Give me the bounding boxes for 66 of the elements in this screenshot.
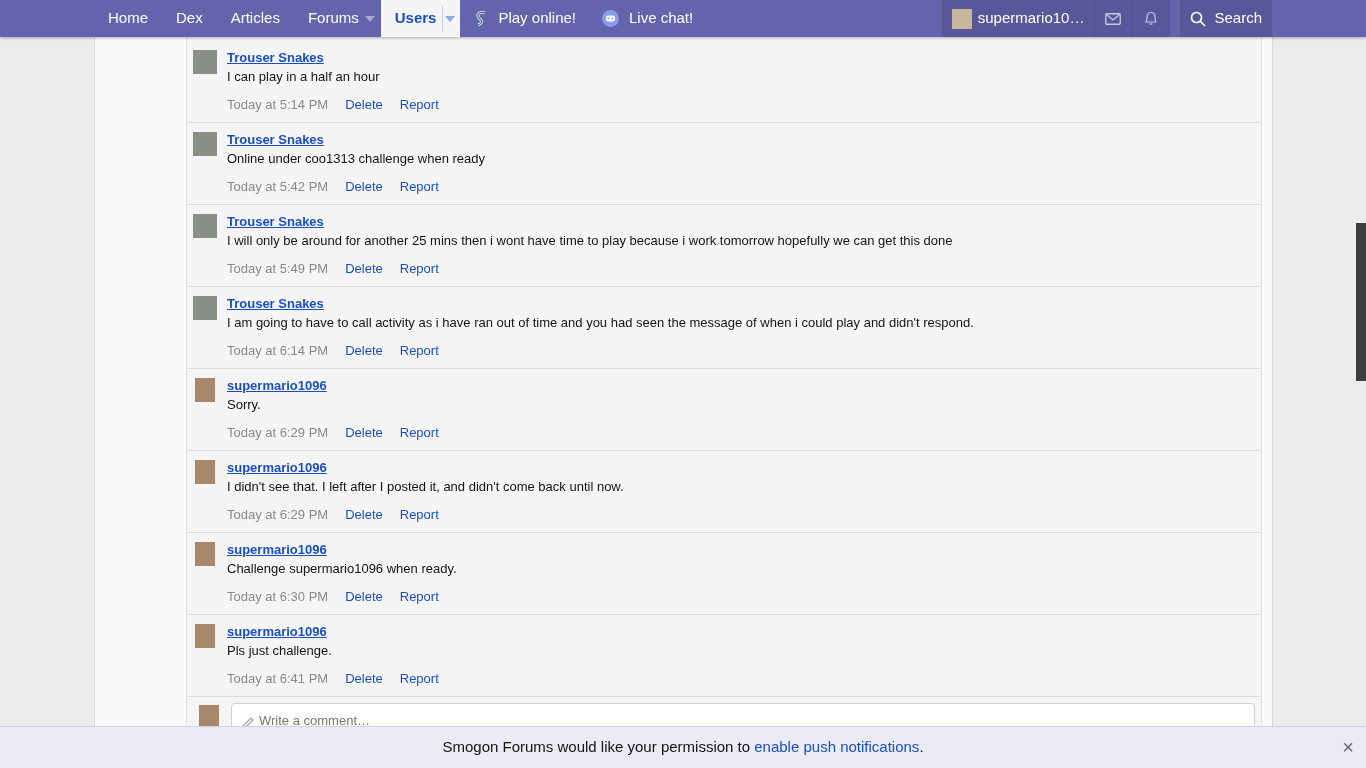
comment-text: Online under coo1313 challenge when ready <box>227 149 487 168</box>
author-link[interactable]: supermario1096 <box>227 459 327 477</box>
avatar-photo <box>193 132 217 156</box>
comment-text: I will only be around for another 25 mins then i wont have time to play because i work tomorrow hopefully we can get this done <box>227 231 954 250</box>
timestamp: Today at 6:14 PM <box>227 341 329 360</box>
timestamp: Today at 6:41 PM <box>227 669 329 688</box>
comment-text: I am going to have to call activity as i have ran out of time and you had seen the message of when i could play and didn't respond. <box>227 313 975 332</box>
close-button[interactable]: × <box>1342 735 1354 759</box>
avatar-photo <box>193 50 217 74</box>
action-link[interactable]: Report <box>399 177 439 196</box>
avatar-photo <box>195 460 215 484</box>
avatar-photo <box>199 705 219 729</box>
caret-icon <box>444 15 455 22</box>
author-link[interactable]: supermario1096 <box>227 377 327 395</box>
avatar-image <box>951 8 972 29</box>
bell-icon <box>1144 11 1159 26</box>
action-link[interactable]: Report <box>399 341 439 360</box>
author-link[interactable]: Trouser Snakes <box>227 213 324 231</box>
avatar-photo <box>195 542 215 566</box>
author-link[interactable]: Trouser Snakes <box>227 295 324 313</box>
author-link[interactable]: Trouser Snakes <box>227 49 324 67</box>
action-link[interactable]: Delete <box>345 505 383 524</box>
action-link[interactable]: Delete <box>345 587 383 606</box>
avatar-photo <box>193 214 217 238</box>
nav-tab[interactable]: Articles <box>216 0 294 37</box>
nav-tab[interactable]: Dex <box>162 0 217 37</box>
notice-text: Smogon Forums would like your permission to enable push notifications. <box>442 737 924 758</box>
comment-text: Sorry. <box>227 395 262 414</box>
comment-text: I can play in a half an hour <box>227 67 381 86</box>
timestamp: Today at 6:30 PM <box>227 587 329 606</box>
caret-icon <box>364 15 375 22</box>
action-link[interactable]: Delete <box>345 95 383 114</box>
author-link[interactable]: supermario1096 <box>227 541 327 559</box>
action-link[interactable]: Report <box>399 423 439 442</box>
action-link[interactable]: Delete <box>345 669 383 688</box>
timestamp: Today at 5:42 PM <box>227 177 329 196</box>
search-icon <box>1190 10 1207 27</box>
comment-text: I didn't see that. I left after I posted it, and didn't come back until now. <box>227 477 625 496</box>
enable-notifications-link[interactable]: enable push notifications <box>754 738 920 756</box>
action-link[interactable]: Report <box>399 259 439 278</box>
author-link[interactable]: supermario1096 <box>227 623 327 641</box>
author-link[interactable]: Trouser Snakes <box>227 131 324 149</box>
comment-text: Pls just challenge. <box>227 641 333 660</box>
chat-bubble-icon <box>602 10 619 27</box>
timestamp: Today at 5:14 PM <box>227 95 329 114</box>
nav-tab[interactable]: Live chat! <box>590 0 708 37</box>
action-link[interactable]: Delete <box>345 177 383 196</box>
avatar-photo <box>193 296 217 320</box>
timestamp: Today at 6:29 PM <box>227 423 329 442</box>
nav-tab[interactable]: Home <box>94 0 162 37</box>
nav-tab[interactable]: Forums <box>293 0 363 37</box>
nav-tab[interactable]: Play online! <box>460 0 590 37</box>
envelope-icon <box>1105 12 1122 25</box>
action-link[interactable]: Report <box>399 95 439 114</box>
avatar-photo <box>195 624 215 648</box>
avatar-photo <box>195 378 215 402</box>
search-button[interactable]: Search <box>1180 0 1272 37</box>
comment-text: Challenge supermario1096 when ready. <box>227 559 458 578</box>
timestamp: Today at 6:29 PM <box>227 505 329 524</box>
action-link[interactable]: Delete <box>345 259 383 278</box>
action-link[interactable]: Delete <box>345 341 383 360</box>
timestamp: Today at 5:49 PM <box>227 259 329 278</box>
action-link[interactable]: Report <box>399 587 439 606</box>
action-link[interactable]: Report <box>399 669 439 688</box>
action-link[interactable]: Delete <box>345 423 383 442</box>
action-link[interactable]: Report <box>399 505 439 524</box>
